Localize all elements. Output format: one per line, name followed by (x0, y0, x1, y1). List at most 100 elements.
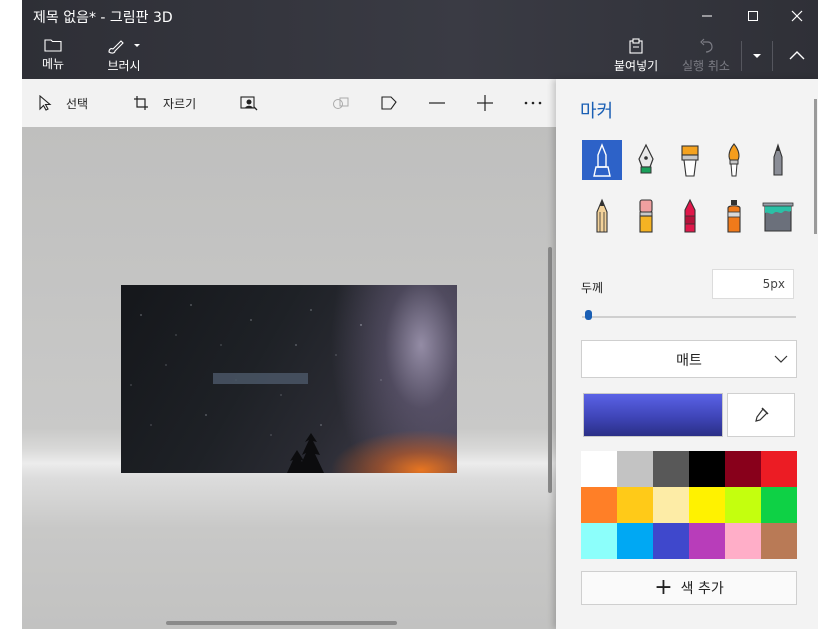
calligraphy-pen-icon (638, 143, 654, 174)
color-swatch[interactable] (617, 523, 653, 559)
brush-panel: 마커 두께 5px 매트 + 색 추가 (556, 79, 818, 629)
marker-tool[interactable] (582, 140, 622, 180)
crop-button[interactable]: 자르기 (133, 79, 196, 127)
color-swatch[interactable] (725, 523, 761, 559)
view-3d-button[interactable] (332, 79, 350, 127)
menu-button[interactable]: 메뉴 (42, 38, 64, 72)
eraser-tool[interactable] (626, 196, 666, 236)
3d-shapes-icon (333, 97, 349, 109)
zoom-out-button[interactable] (428, 79, 446, 127)
eyedropper-button[interactable] (727, 393, 795, 437)
color-swatch[interactable] (653, 523, 689, 559)
undo-icon (700, 38, 713, 53)
canvas-image[interactable] (121, 285, 457, 473)
eyedropper-icon (755, 407, 769, 422)
brushes-label: 브러시 (107, 59, 141, 73)
watercolor-icon (728, 143, 740, 177)
paste-label: 붙여넣기 (614, 59, 659, 73)
chevron-down-icon (753, 54, 761, 58)
add-color-label: 색 추가 (680, 581, 724, 597)
paste-button[interactable]: 붙여넣기 (614, 38, 658, 74)
paint3d-window: 제목 없음* - 그림판 3D 메뉴 브러시 붙여넣기 실행 취소 선택 자르기… (22, 0, 818, 629)
color-swatch[interactable] (581, 451, 617, 487)
close-button[interactable] (774, 0, 818, 32)
crayon-tool[interactable] (670, 196, 710, 236)
thickness-slider-thumb[interactable] (585, 310, 593, 320)
magic-select-icon (240, 96, 258, 111)
color-swatch[interactable] (653, 451, 689, 487)
canvas-area[interactable] (22, 127, 556, 629)
color-swatch[interactable] (761, 451, 797, 487)
vertical-scrollbar[interactable] (548, 247, 552, 493)
window-title: 제목 없음* - 그림판 3D (33, 10, 173, 26)
menu-label: 메뉴 (42, 57, 65, 71)
panel-scrollbar[interactable] (814, 99, 817, 234)
finish-dropdown[interactable]: 매트 (581, 340, 797, 378)
watercolor-tool[interactable] (714, 140, 754, 180)
brushes-button[interactable]: 브러시 (106, 38, 142, 74)
color-swatch[interactable] (617, 451, 653, 487)
thickness-label: 두께 (581, 281, 604, 295)
chevron-up-icon (789, 51, 805, 60)
clipboard-icon (629, 38, 643, 54)
color-swatch[interactable] (653, 487, 689, 523)
flag-shape-icon (381, 96, 397, 110)
maximize-icon (748, 11, 758, 21)
crop-icon (134, 96, 148, 110)
title-bar: 제목 없음* - 그림판 3D 메뉴 브러시 붙여넣기 실행 취소 (22, 0, 818, 79)
folder-icon (44, 39, 62, 52)
pencil-icon (596, 198, 608, 233)
sticker-button[interactable] (380, 79, 398, 127)
maximize-button[interactable] (730, 0, 776, 32)
minimize-icon (702, 15, 712, 17)
undo-label: 실행 취소 (682, 59, 730, 73)
color-swatch[interactable] (761, 523, 797, 559)
color-swatch[interactable] (581, 523, 617, 559)
color-swatch[interactable] (689, 487, 725, 523)
chevron-down-icon (774, 355, 788, 363)
ellipsis-icon (524, 101, 542, 105)
color-swatch[interactable] (689, 523, 725, 559)
pencil-tool[interactable] (582, 196, 622, 236)
pixel-pen-icon (773, 143, 783, 176)
thickness-input[interactable]: 5px (712, 269, 794, 299)
oil-brush-tool[interactable] (670, 140, 710, 180)
horizontal-scrollbar[interactable] (166, 621, 397, 625)
crayon-icon (684, 198, 696, 233)
thickness-slider-track[interactable] (582, 316, 796, 318)
color-swatch[interactable] (689, 451, 725, 487)
current-color-swatch[interactable] (583, 393, 723, 437)
color-palette (581, 451, 797, 559)
add-color-button[interactable]: + 색 추가 (581, 571, 797, 605)
collapse-ribbon-button[interactable] (786, 46, 808, 64)
spray-can-tool[interactable] (714, 196, 754, 236)
eraser-icon (639, 199, 653, 233)
more-options-button[interactable] (524, 79, 542, 127)
brush-dropdown-icon (108, 40, 140, 54)
cursor-arrow-icon (39, 95, 52, 111)
canvas-toolbar: 선택 자르기 (22, 79, 556, 127)
fill-tool[interactable] (758, 196, 798, 236)
calligraphy-pen-tool[interactable] (626, 140, 666, 180)
marker-icon (593, 143, 611, 177)
close-icon (791, 10, 803, 22)
magic-select-button[interactable] (240, 79, 258, 127)
zoom-in-button[interactable] (476, 79, 494, 127)
color-swatch[interactable] (617, 487, 653, 523)
minimize-button[interactable] (684, 0, 730, 32)
fill-bucket-icon (762, 202, 794, 232)
spray-can-icon (727, 200, 741, 233)
finish-value: 매트 (676, 353, 702, 369)
select-button[interactable]: 선택 (38, 79, 88, 127)
plus-icon (477, 95, 493, 111)
undo-button[interactable]: 실행 취소 (682, 38, 730, 74)
color-swatch[interactable] (725, 487, 761, 523)
select-label: 선택 (66, 96, 89, 111)
color-swatch[interactable] (761, 487, 797, 523)
history-dropdown-button[interactable] (750, 48, 764, 62)
pixel-pen-tool[interactable] (758, 140, 798, 180)
minus-icon (429, 102, 445, 104)
text-box-object[interactable] (213, 373, 308, 384)
color-swatch[interactable] (725, 451, 761, 487)
color-swatch[interactable] (581, 487, 617, 523)
